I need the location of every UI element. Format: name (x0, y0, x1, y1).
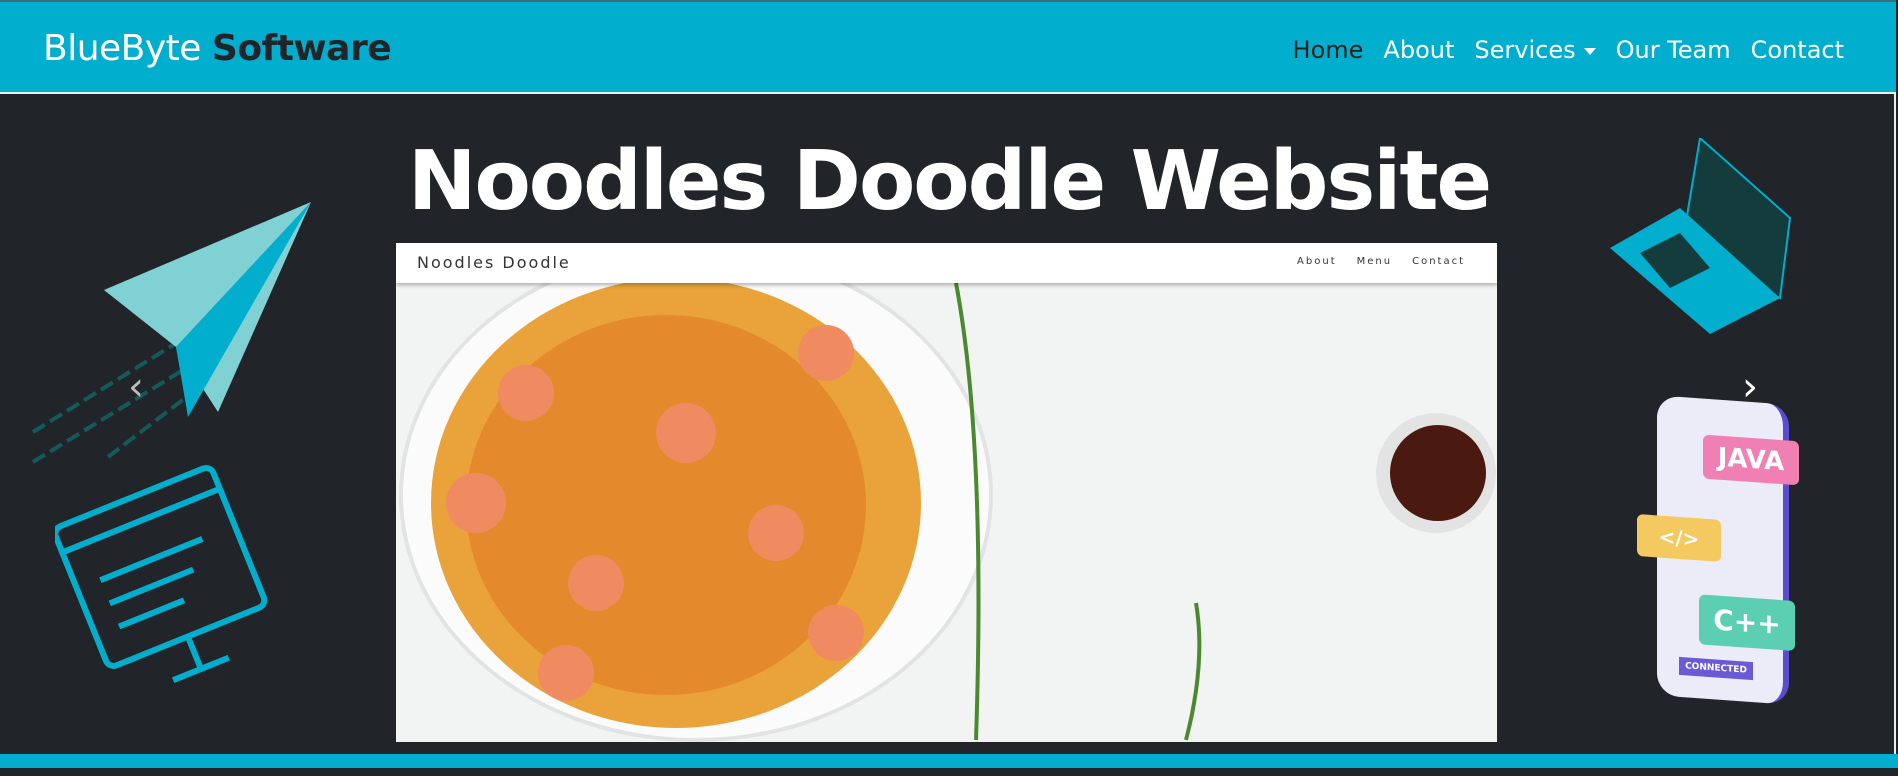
code-monitor-icon (55, 464, 268, 683)
nav-links: Home About Services Our Team Contact (1293, 36, 1844, 64)
brand-bold: Software (211, 28, 392, 69)
navbar: BlueByte Software Home About Services Ou… (0, 0, 1896, 94)
brand-light: BlueByte (43, 28, 201, 69)
badge-cpp: C++ (1699, 594, 1795, 652)
badge-connected: CONNECTED (1679, 656, 1753, 681)
chevron-right-icon[interactable]: › (1742, 364, 1758, 410)
paper-plane-icon (31, 202, 311, 464)
preview-link-menu: Menu (1356, 256, 1393, 267)
preview-links: About Menu Contact (1297, 256, 1465, 267)
phone-illustration: JAVA </> C++ CONNECTED (1637, 395, 1799, 705)
nav-services[interactable]: Services (1474, 36, 1596, 64)
slide-title: Noodles Doodle Website (407, 134, 1492, 229)
nav-contact[interactable]: Contact (1751, 36, 1844, 64)
nav-services-label: Services (1474, 36, 1576, 64)
badge-code: </> (1637, 513, 1721, 562)
nav-about[interactable]: About (1383, 36, 1454, 64)
preview-header: Noodles Doodle About Menu Contact (396, 243, 1497, 283)
accent-bar (0, 754, 1898, 768)
preview-link-about: About (1297, 256, 1337, 267)
brand-logo[interactable]: BlueByte Software (43, 28, 392, 69)
preview-link-contact: Contact (1412, 256, 1465, 267)
nav-home[interactable]: Home (1293, 36, 1364, 64)
preview-brand: Noodles Doodle (417, 253, 571, 272)
chevron-left-icon[interactable]: ‹ (128, 364, 144, 410)
caret-down-icon (1583, 47, 1596, 55)
website-preview-image: Noodles Doodle About Menu Contact (396, 243, 1497, 742)
badge-java: JAVA (1703, 434, 1799, 486)
pasta-photo (396, 243, 1497, 742)
nav-our-team[interactable]: Our Team (1616, 36, 1731, 64)
carousel: JAVA </> C++ CONNECTED Noodles Doodle We… (0, 94, 1896, 754)
